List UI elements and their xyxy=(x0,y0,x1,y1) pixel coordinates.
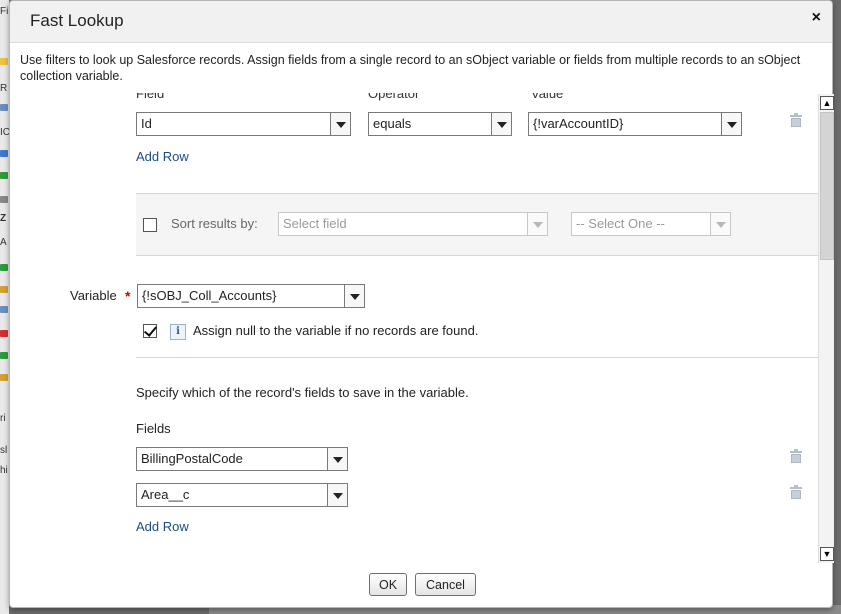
chevron-down-icon[interactable] xyxy=(331,112,351,136)
required-marker: * xyxy=(125,288,131,304)
background-icon xyxy=(0,374,8,381)
background-icon xyxy=(0,172,8,179)
background-icon xyxy=(0,58,8,65)
chevron-down-icon[interactable] xyxy=(328,483,348,507)
background-text: Z xyxy=(0,213,7,224)
operator-column-header: Operator xyxy=(368,93,420,101)
fast-lookup-dialog: Fast Lookup × Use filters to look up Sal… xyxy=(9,0,834,608)
background-text: A xyxy=(0,237,7,248)
background-app-strip: Fi R IC Z A ri sl hi xyxy=(0,0,9,614)
background-text: ri xyxy=(0,413,6,424)
background-icon xyxy=(0,306,8,313)
background-icon xyxy=(0,264,8,271)
intro-text: Use filters to look up Salesforce record… xyxy=(20,53,801,83)
background-icon xyxy=(0,352,8,359)
fields-instruction: Specify which of the record's fields to … xyxy=(136,385,469,400)
filter-add-row-link[interactable]: Add Row xyxy=(136,149,189,164)
chevron-down-icon[interactable] xyxy=(345,284,365,308)
filter-operator-select[interactable]: equals xyxy=(368,112,492,136)
background-text: IC xyxy=(0,127,9,138)
info-icon[interactable]: i xyxy=(170,324,186,340)
chevron-down-icon[interactable] xyxy=(528,212,548,236)
scroll-thumb[interactable] xyxy=(820,112,834,260)
divider xyxy=(136,255,818,256)
background-text: hi xyxy=(0,465,8,476)
variable-label: Variable xyxy=(70,288,117,303)
ok-button[interactable]: OK xyxy=(369,573,407,596)
background-icon xyxy=(0,150,8,157)
background-text: sl xyxy=(0,445,8,456)
divider xyxy=(136,357,818,358)
scroll-down-icon[interactable]: ▼ xyxy=(820,547,834,561)
assign-null-checkbox[interactable] xyxy=(143,324,157,338)
close-icon[interactable]: × xyxy=(812,9,821,27)
cancel-button[interactable]: Cancel xyxy=(415,573,476,596)
background-text: R xyxy=(0,83,8,94)
background-icon xyxy=(0,330,8,337)
background-text: Fi xyxy=(0,6,9,17)
dialog-title: Fast Lookup xyxy=(30,11,124,30)
field-item-input[interactable]: BillingPostalCode xyxy=(136,447,328,471)
vertical-scrollbar[interactable]: ▲ ▼ xyxy=(818,94,834,563)
chevron-down-icon[interactable] xyxy=(328,447,348,471)
sort-checkbox[interactable] xyxy=(143,218,157,232)
fields-label: Fields xyxy=(136,421,171,436)
assign-null-label: Assign null to the variable if no record… xyxy=(193,323,479,338)
trash-icon[interactable] xyxy=(790,485,802,499)
field-item-input[interactable]: Area__c xyxy=(136,483,328,507)
fields-add-row-link[interactable]: Add Row xyxy=(136,519,189,534)
sort-field-select[interactable]: Select field xyxy=(278,212,528,236)
value-column-header: Value xyxy=(531,93,564,101)
filter-field-input[interactable]: Id xyxy=(136,112,331,136)
sort-order-select[interactable]: -- Select One -- xyxy=(571,212,711,236)
sort-label: Sort results by: xyxy=(171,216,258,231)
scroll-up-icon[interactable]: ▲ xyxy=(820,96,834,110)
variable-input[interactable]: {!sOBJ_Coll_Accounts} xyxy=(137,284,345,308)
background-icon xyxy=(0,104,8,111)
chevron-down-icon[interactable] xyxy=(711,212,731,236)
scroll-area: Field Operator Value Id equals {!varAcco… xyxy=(10,93,818,563)
dialog-header: Fast Lookup × xyxy=(10,1,832,43)
chevron-down-icon[interactable] xyxy=(722,112,742,136)
background-icon xyxy=(0,286,8,293)
filter-value-input[interactable]: {!varAccountID} xyxy=(528,112,722,136)
field-column-header: Field xyxy=(136,93,165,101)
chevron-down-icon[interactable] xyxy=(492,112,512,136)
background-icon xyxy=(0,196,8,203)
trash-icon[interactable] xyxy=(790,449,802,463)
trash-icon[interactable] xyxy=(790,113,802,127)
